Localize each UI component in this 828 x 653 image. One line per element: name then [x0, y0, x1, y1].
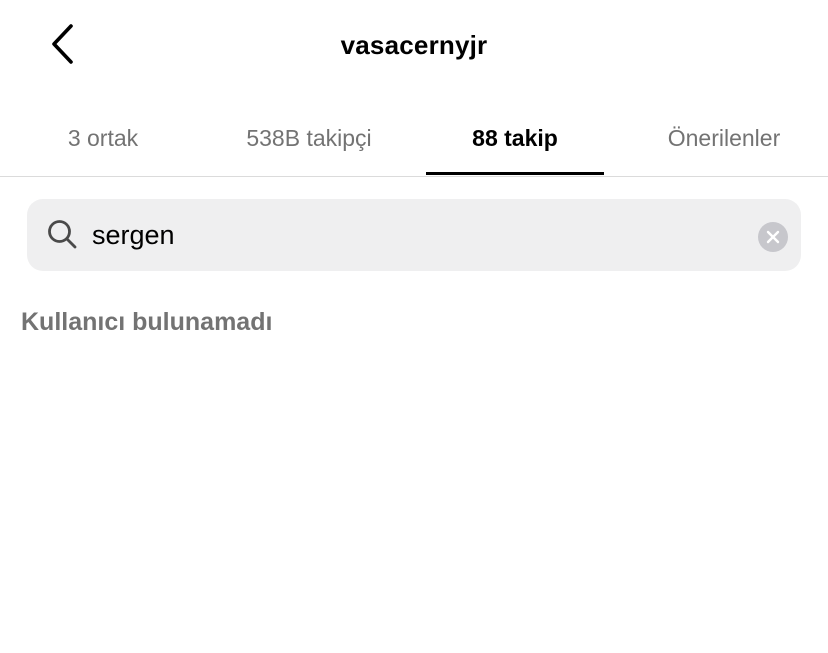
no-results-message: Kullanıcı bulunamadı	[21, 308, 273, 336]
tab-bar: 3 ortak 538B takipçi 88 takip Önerilenle…	[0, 100, 828, 177]
search-input[interactable]	[92, 213, 732, 257]
page-title: vasacernyjr	[340, 30, 488, 60]
tab-following[interactable]: 88 takip	[426, 100, 604, 176]
clear-icon	[766, 230, 780, 244]
tab-mutual[interactable]: 3 ortak	[0, 100, 206, 176]
active-tab-indicator	[426, 172, 604, 175]
header: vasacernyjr	[0, 0, 828, 95]
tab-followers[interactable]: 538B takipçi	[206, 100, 412, 176]
clear-search-button[interactable]	[758, 222, 788, 252]
tab-suggested[interactable]: Önerilenler	[620, 100, 828, 176]
search-icon	[48, 220, 77, 249]
